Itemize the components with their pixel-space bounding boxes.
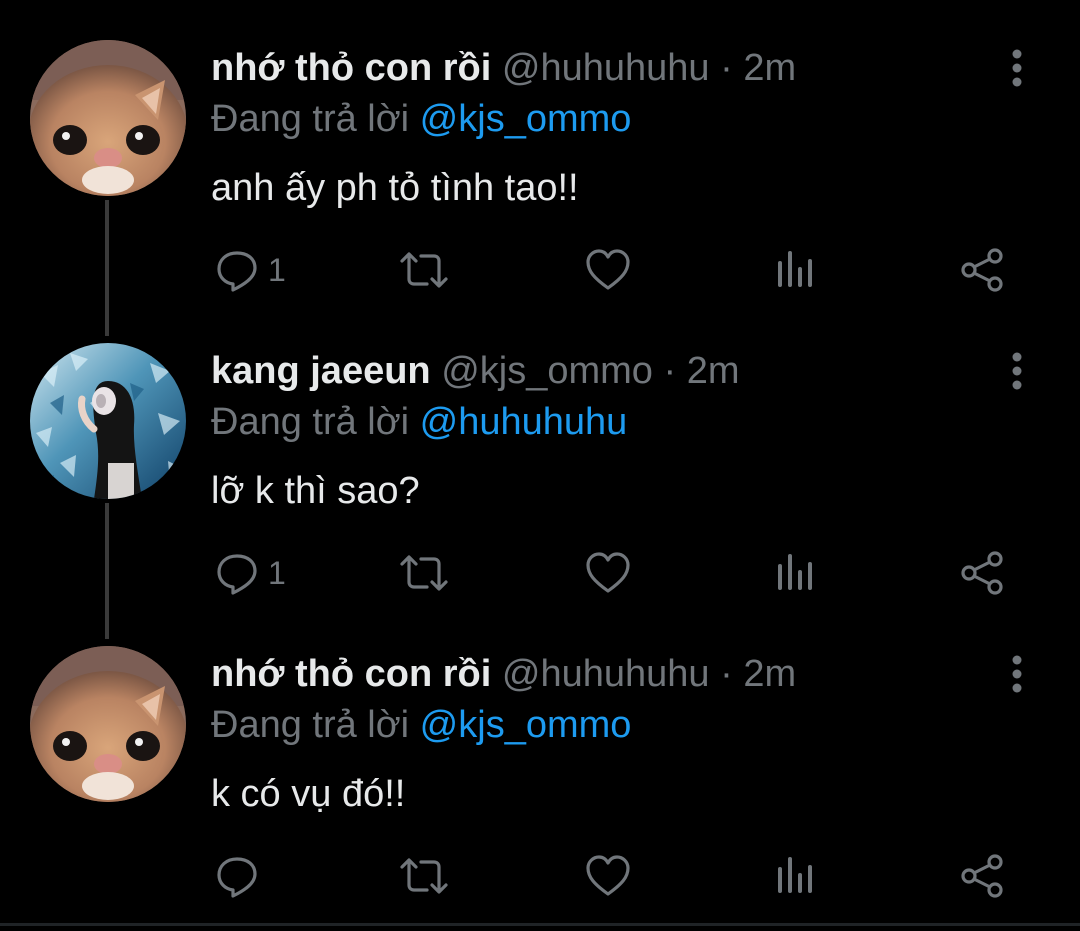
user-handle[interactable]: @kjs_ommo <box>441 350 653 392</box>
reply-count: 1 <box>268 554 286 591</box>
replying-to: Đang trả lời @huhuhuhu <box>211 400 627 444</box>
tweet-header: kang jaeeun @kjs_ommo · 2m <box>211 349 740 393</box>
heart-icon <box>586 855 630 896</box>
more-vertical-icon <box>1012 49 1022 87</box>
more-options-button[interactable] <box>1000 351 1034 391</box>
retweet-button[interactable] <box>398 246 450 294</box>
more-vertical-icon <box>1012 655 1022 693</box>
tweet[interactable]: nhớ thỏ con rồi @huhuhuhu · 2m Đang trả … <box>0 606 1080 906</box>
reply-button[interactable]: 1 <box>214 549 286 597</box>
more-vertical-icon <box>1012 352 1022 390</box>
replying-to-mention[interactable]: @kjs_ommo <box>420 704 632 746</box>
display-name[interactable]: nhớ thỏ con rồi <box>211 653 491 695</box>
meta-separator: · <box>720 653 733 695</box>
tweet-text: k có vụ đó!! <box>211 773 406 815</box>
like-button[interactable] <box>584 549 632 597</box>
views-icon <box>778 554 812 590</box>
reply-icon <box>217 857 257 898</box>
tweet-time[interactable]: 2m <box>743 47 796 89</box>
tweet[interactable]: kang jaeeun @kjs_ommo · 2m Đang trả lời … <box>0 303 1080 603</box>
replying-to-label: Đang trả lời <box>211 98 410 140</box>
heart-icon <box>586 249 630 290</box>
tweet-text: lỡ k thì sao? <box>211 470 420 512</box>
meta-separator: · <box>663 350 677 392</box>
avatar[interactable] <box>30 40 186 196</box>
like-button[interactable] <box>584 852 632 900</box>
reply-icon <box>217 554 257 595</box>
tweet-time[interactable]: 2m <box>743 653 796 695</box>
reply-icon <box>217 251 257 292</box>
views-icon <box>778 857 812 893</box>
aquarium-girl-avatar-image <box>30 343 186 499</box>
views-button[interactable] <box>776 246 816 294</box>
retweet-button[interactable] <box>398 852 450 900</box>
more-options-button[interactable] <box>1000 48 1034 88</box>
tweet-header: nhớ thỏ con rồi @huhuhuhu · 2m <box>211 46 796 90</box>
cat-closeup-avatar-image <box>30 646 186 802</box>
tweet-header: nhớ thỏ con rồi @huhuhuhu · 2m <box>211 652 796 696</box>
retweet-button[interactable] <box>398 549 450 597</box>
share-icon <box>961 854 1003 898</box>
share-icon <box>961 248 1003 292</box>
like-button[interactable] <box>584 246 632 294</box>
tweet[interactable]: nhớ thỏ con rồi @huhuhuhu · 2m Đang trả … <box>0 0 1080 300</box>
tweet-time[interactable]: 2m <box>687 350 740 392</box>
display-name[interactable]: kang jaeeun <box>211 350 431 392</box>
heart-icon <box>586 552 630 593</box>
views-icon <box>778 251 812 287</box>
retweet-icon <box>400 858 448 894</box>
display-name[interactable]: nhớ thỏ con rồi <box>211 47 491 89</box>
meta-separator: · <box>720 47 733 89</box>
replying-to-label: Đang trả lời <box>211 704 410 746</box>
tweet-actions: 1 <box>0 246 1080 294</box>
avatar[interactable] <box>30 646 186 802</box>
more-options-button[interactable] <box>1000 654 1034 694</box>
conversation-thread: nhớ thỏ con rồi @huhuhuhu · 2m Đang trả … <box>0 0 1080 931</box>
tweet-actions: 1 <box>0 549 1080 597</box>
cat-closeup-avatar-image <box>30 40 186 196</box>
user-handle[interactable]: @huhuhuhu <box>502 47 710 89</box>
tweet-text: anh ấy ph tỏ tình tao!! <box>211 167 579 209</box>
share-icon <box>961 551 1003 595</box>
views-button[interactable] <box>776 852 816 900</box>
user-handle[interactable]: @huhuhuhu <box>502 653 710 695</box>
replying-to-label: Đang trả lời <box>211 401 410 443</box>
tweet-actions <box>0 852 1080 900</box>
bottom-divider <box>0 923 1080 926</box>
replying-to: Đang trả lời @kjs_ommo <box>211 97 631 141</box>
share-button[interactable] <box>958 246 1006 294</box>
views-button[interactable] <box>776 549 816 597</box>
replying-to: Đang trả lời @kjs_ommo <box>211 703 631 747</box>
share-button[interactable] <box>958 852 1006 900</box>
share-button[interactable] <box>958 549 1006 597</box>
reply-button[interactable] <box>214 852 268 900</box>
reply-button[interactable]: 1 <box>214 246 286 294</box>
reply-count: 1 <box>268 251 286 288</box>
avatar[interactable] <box>30 343 186 499</box>
replying-to-mention[interactable]: @huhuhuhu <box>420 401 628 443</box>
retweet-icon <box>400 252 448 288</box>
retweet-icon <box>400 555 448 591</box>
replying-to-mention[interactable]: @kjs_ommo <box>420 98 632 140</box>
